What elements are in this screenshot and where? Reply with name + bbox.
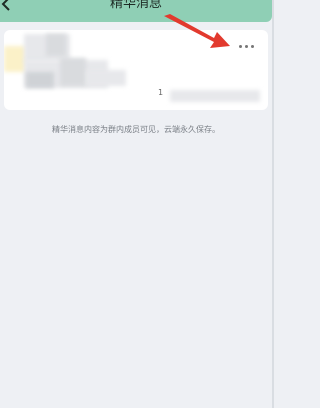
- blurred-content: [26, 72, 54, 88]
- blurred-content: [86, 70, 126, 86]
- footer-note: 精华消息内容为群内成员可见，云端永久保存。: [52, 125, 220, 134]
- blurred-content: [46, 34, 66, 56]
- red-arrow-annotation: [164, 14, 230, 48]
- blurred-content: [60, 58, 86, 86]
- page: 精华消息 1 精华消息内容为群内成员可见，云端永久保存。: [0, 0, 292, 408]
- blurred-content: [170, 90, 260, 102]
- divider: [272, 0, 274, 408]
- more-dots-icon[interactable]: [236, 42, 258, 52]
- message-count: 1: [158, 88, 164, 97]
- blurred-avatar: [4, 46, 26, 72]
